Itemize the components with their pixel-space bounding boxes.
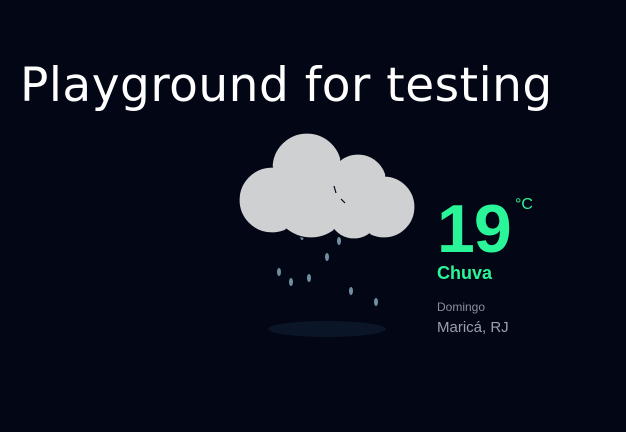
- weather-location: Maricá, RJ: [437, 319, 509, 336]
- weather-widget: 19 °C Chuva Domingo Maricá, RJ: [0, 0, 626, 432]
- ground-shadow: [268, 321, 386, 337]
- weather-day: Domingo: [437, 300, 486, 314]
- raindrops: [277, 232, 378, 306]
- weather-condition: Chuva: [437, 263, 493, 283]
- rain-cloud-icon: [238, 132, 416, 337]
- temperature-unit: °C: [515, 196, 533, 213]
- temperature-value: 19: [437, 191, 512, 267]
